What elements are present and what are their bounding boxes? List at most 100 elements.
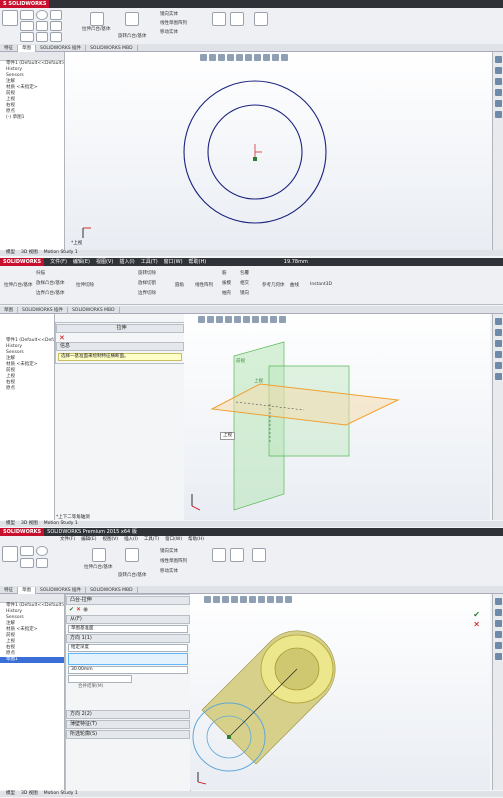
graphics-area[interactable]: 前视 上视 上视 — [184, 314, 490, 520]
pm-thin-feature-header[interactable]: 薄壁特征(T) — [66, 720, 190, 729]
pm-direction2-header[interactable]: 方向 2(2) — [66, 710, 190, 719]
tab-motion-study[interactable]: Motion Study 1 — [44, 521, 78, 526]
preview-icon[interactable]: ◉ — [83, 606, 88, 613]
tab-sketch[interactable]: 草图 — [18, 45, 36, 52]
resources-icon[interactable] — [494, 56, 502, 63]
tab-addins[interactable]: SOLIDWORKS 插件 — [36, 587, 87, 594]
rectangle-tool[interactable] — [20, 21, 34, 31]
point-tool[interactable] — [50, 32, 62, 42]
tab-features[interactable]: 特征 — [0, 587, 18, 594]
mirror-entities-label[interactable]: 镜向实体 — [160, 11, 178, 17]
line-tool[interactable] — [20, 10, 34, 20]
tab-3d-views[interactable]: 3D 视图 — [21, 791, 38, 796]
graphics-area[interactable]: *上视 — [65, 52, 492, 250]
cut-boundary-label[interactable]: 边界切除 — [138, 290, 156, 296]
shell-label[interactable]: 抽壳 — [222, 290, 231, 296]
tab-motion-study[interactable]: Motion Study 1 — [44, 250, 78, 255]
resources-icon[interactable] — [494, 598, 502, 605]
circle-tool[interactable] — [36, 546, 48, 556]
repair-sketch-button[interactable] — [230, 548, 244, 562]
tab-3d-views[interactable]: 3D 视图 — [21, 250, 38, 255]
instant3d-label[interactable]: Instant3D — [310, 282, 332, 287]
move-entities-label[interactable]: 移动实体 — [160, 568, 178, 574]
mirror-entities-label[interactable]: 镜向实体 — [160, 548, 178, 554]
merge-result-checkbox[interactable]: 合并结果(M) — [66, 684, 190, 690]
polygon-tool[interactable] — [36, 32, 48, 42]
tab-addins[interactable]: SOLIDWORKS 插件 — [18, 307, 69, 314]
wrap-label[interactable]: 包覆 — [240, 270, 249, 276]
menu-edit[interactable]: 编辑(E) — [73, 259, 90, 265]
tree-item-origin[interactable]: 原点 — [0, 386, 54, 392]
file-explorer-icon[interactable] — [494, 620, 502, 627]
depth-input[interactable]: 30.00mm — [68, 666, 188, 674]
loft-label[interactable]: 放样凸台/基体 — [36, 280, 65, 286]
tab-sketch[interactable]: 草图 — [18, 587, 36, 594]
menu-window[interactable]: 窗口(W) — [164, 259, 183, 265]
center-point[interactable] — [253, 157, 257, 161]
menu-insert[interactable]: 插入(I) — [119, 259, 134, 265]
file-explorer-icon[interactable] — [494, 78, 502, 85]
arc-tool[interactable] — [36, 21, 48, 31]
confirm-cancel-icon[interactable]: ✕ — [473, 620, 480, 629]
cut-loft-label[interactable]: 放样切割 — [138, 280, 156, 286]
pattern-label[interactable]: 线性阵列 — [195, 282, 213, 288]
fillet-label[interactable]: 圆角 — [175, 282, 184, 288]
sketch-button[interactable] — [2, 546, 18, 562]
line-tool[interactable] — [20, 546, 34, 556]
from-select[interactable]: 草图基准面 — [68, 625, 188, 633]
circle-tool[interactable] — [36, 10, 48, 20]
sketch-button[interactable] — [2, 10, 18, 26]
appearances-icon[interactable] — [494, 642, 502, 649]
draft-angle-input[interactable] — [68, 675, 132, 683]
ok-icon[interactable]: ✔ — [69, 606, 74, 613]
rib-label[interactable]: 筋 — [222, 270, 227, 276]
extrude-boss-label[interactable]: 拉伸凸台/基体 — [4, 282, 33, 288]
cut-revolve-label[interactable]: 旋转切除 — [138, 270, 156, 276]
direction-reference-field[interactable] — [68, 653, 188, 665]
pm-direction1-header[interactable]: 方向 1(1) — [66, 634, 190, 643]
view-palette-icon[interactable] — [494, 89, 502, 96]
resources-icon[interactable] — [494, 318, 502, 325]
cancel-icon[interactable]: ✕ — [56, 334, 184, 342]
curves-label[interactable]: 曲线 — [290, 282, 299, 288]
tab-features[interactable]: 特征 — [0, 45, 18, 52]
appearances-icon[interactable] — [494, 100, 502, 107]
arc-tool[interactable] — [36, 558, 48, 568]
custom-properties-icon[interactable] — [494, 373, 502, 380]
tab-motion-study[interactable]: Motion Study 1 — [44, 791, 78, 796]
ref-geometry-label[interactable]: 参考几何体 — [262, 282, 285, 288]
menu-edit[interactable]: 编辑(E) — [81, 537, 96, 542]
design-library-icon[interactable] — [494, 329, 502, 336]
cut-extrude-label[interactable]: 拉伸切除 — [76, 282, 94, 288]
menu-file[interactable]: 文件(F) — [60, 537, 75, 542]
ellipse-tool[interactable] — [50, 21, 62, 31]
extrude-boss-button[interactable] — [92, 548, 106, 562]
menu-help[interactable]: 帮助(H) — [188, 537, 204, 542]
quick-snaps-button[interactable] — [254, 12, 268, 26]
cancel-icon[interactable]: ✕ — [76, 606, 81, 613]
menu-tools[interactable]: 工具(T) — [144, 537, 159, 542]
tab-3d-views[interactable]: 3D 视图 — [21, 521, 38, 526]
relations-button[interactable] — [212, 12, 226, 26]
design-library-icon[interactable] — [494, 67, 502, 74]
custom-properties-icon[interactable] — [494, 653, 502, 660]
menu-view[interactable]: 视图(V) — [96, 259, 113, 265]
tree-item-sketch1[interactable]: (-) 草图1 — [0, 115, 64, 121]
sweep-label[interactable]: 扫描 — [36, 270, 45, 276]
menu-view[interactable]: 视图(V) — [102, 537, 118, 542]
tab-sketch[interactable]: 草图 — [0, 307, 18, 314]
spline-tool[interactable] — [50, 10, 62, 20]
tab-mbd[interactable]: SOLIDWORKS MBD — [86, 45, 138, 52]
intersect-label[interactable]: 相交 — [240, 280, 249, 286]
repair-sketch-button[interactable] — [230, 12, 244, 26]
menu-insert[interactable]: 插入(I) — [124, 537, 138, 542]
revolve-boss-button[interactable] — [125, 548, 139, 562]
confirm-ok-icon[interactable]: ✔ — [473, 610, 480, 619]
linear-pattern-label[interactable]: 线性草图阵列 — [160, 20, 187, 26]
menu-file[interactable]: 文件(F) — [50, 259, 67, 265]
pm-from-header[interactable]: 从(F) — [66, 615, 190, 624]
tab-model[interactable]: 模型 — [6, 521, 15, 526]
tab-addins[interactable]: SOLIDWORKS 插件 — [36, 45, 87, 52]
boundary-label[interactable]: 边界凸台/基体 — [36, 290, 65, 296]
view-palette-icon[interactable] — [494, 631, 502, 638]
